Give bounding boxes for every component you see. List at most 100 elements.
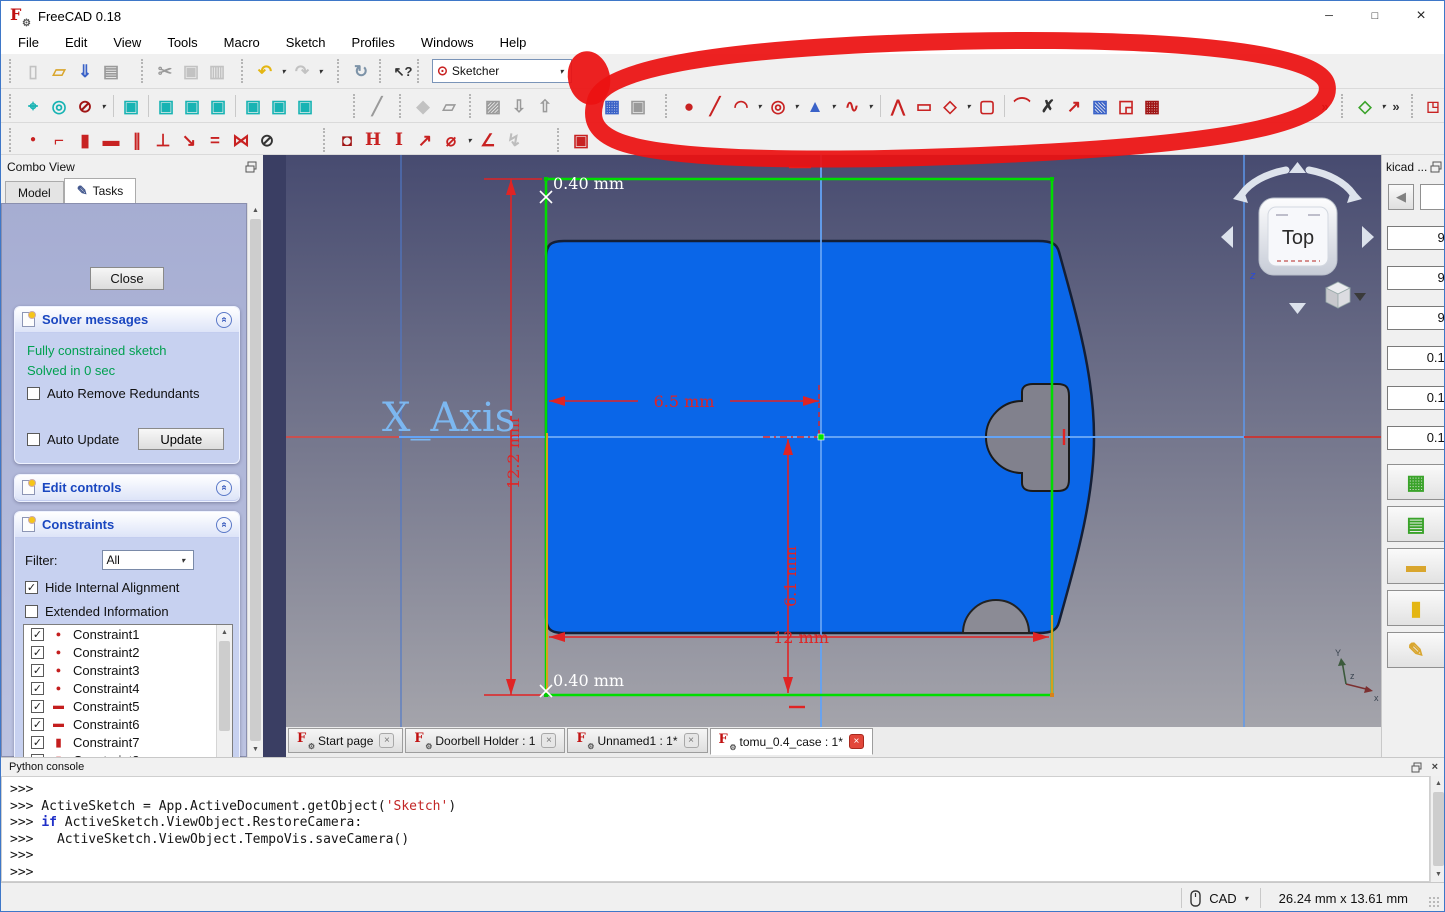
scrollbar-thumb[interactable] [219, 641, 230, 731]
menu-tools[interactable]: Tools [154, 33, 210, 52]
cut-icon[interactable]: ✂ [152, 58, 178, 84]
constrain-vertical-icon[interactable]: ▮ [72, 127, 98, 153]
toggle-driving-constraint-icon[interactable]: ▣ [568, 127, 594, 153]
overflow-chevron-icon[interactable]: » [1317, 93, 1333, 119]
menu-windows[interactable]: Windows [408, 33, 487, 52]
edit-controls-header[interactable]: Edit controls « [15, 475, 239, 501]
rotation-z-field[interactable]: 90 [1387, 306, 1445, 330]
toolbar-handle[interactable] [665, 94, 671, 118]
toolbar-handle[interactable] [379, 59, 385, 83]
undo-icon[interactable]: ↶ [252, 58, 278, 84]
tab-model[interactable]: Model [5, 181, 64, 203]
dock-float-icon[interactable] [1430, 161, 1442, 173]
view-right-icon[interactable]: ▣ [205, 93, 231, 119]
constraint-checkbox[interactable]: ✓ [31, 736, 44, 749]
offset-z-field[interactable]: 0.10 [1387, 426, 1445, 450]
menu-file[interactable]: File [5, 33, 52, 52]
create-arc-icon[interactable]: ◠ [728, 93, 754, 119]
constrain-coincident-icon[interactable]: ● [20, 127, 46, 153]
undo-dropdown-icon[interactable]: ▾ [278, 67, 289, 76]
sketch-vertex[interactable] [1050, 693, 1054, 697]
constraint-checkbox[interactable]: ✓ [31, 718, 44, 731]
scroll-up-icon[interactable]: ▲ [1431, 776, 1445, 791]
constrain-vertical-distance-icon[interactable]: I [386, 127, 412, 153]
menu-edit[interactable]: Edit [52, 33, 100, 52]
copy-icon[interactable]: ▣ [178, 58, 204, 84]
rotation-y-field[interactable]: 90 [1387, 266, 1445, 290]
export-vrml-button[interactable]: ▮ [1387, 590, 1445, 626]
constraint-row[interactable]: ✓▬Constraint6 [24, 715, 232, 733]
constrain-radius-icon[interactable]: ⌀ [438, 127, 464, 153]
offset-y-field[interactable]: 0.10 [1387, 386, 1445, 410]
constraint-checkbox[interactable]: ✓ [31, 664, 44, 677]
auto-update-checkbox[interactable] [27, 433, 40, 446]
scrollbar-thumb[interactable] [1433, 792, 1444, 866]
load-kicad-board-button[interactable]: ▦ [1387, 464, 1445, 500]
filter-select[interactable]: All ▾ [102, 550, 194, 570]
menu-profiles[interactable]: Profiles [339, 33, 408, 52]
toolbar-handle[interactable] [141, 59, 147, 83]
scroll-down-icon[interactable]: ▼ [1431, 867, 1445, 882]
toolbar-handle[interactable] [557, 128, 563, 152]
sketch-origin-point[interactable] [818, 434, 824, 440]
extend-edge-icon[interactable]: ↗ [1061, 93, 1087, 119]
circle-dropdown-icon[interactable]: ▾ [791, 102, 802, 111]
menu-sketch[interactable]: Sketch [273, 33, 339, 52]
constraint-list-scrollbar[interactable]: ▲ ▼ [216, 625, 232, 757]
view-rear-icon[interactable]: ▣ [240, 93, 266, 119]
view-top-icon[interactable]: ▣ [179, 93, 205, 119]
python-console-output[interactable]: >>> >>> ActiveSketch = App.ActiveDocumen… [1, 776, 1430, 882]
workbench-selector[interactable]: ⊙ Sketcher ▾ [432, 59, 572, 83]
nav-cube-top-label[interactable]: Top [1282, 227, 1314, 249]
construction-mode-icon[interactable]: ▦ [1139, 93, 1165, 119]
doc-tab-tomu-case[interactable]: F⚙ tomu_0.4_case : 1* × [710, 728, 873, 755]
constrain-lock-icon[interactable]: ◘ [334, 127, 360, 153]
offset-x-field[interactable]: 0.10 [1387, 346, 1445, 370]
constraint-row[interactable]: ✓●Constraint2 [24, 643, 232, 661]
create-part-icon[interactable]: ◆ [410, 93, 436, 119]
doc-tab-start-page[interactable]: F⚙ Start page × [288, 728, 403, 753]
toolbar-handle[interactable] [417, 59, 423, 83]
dim-label-040-bottom[interactable]: 0.40 mm [553, 671, 624, 690]
create-slot-icon[interactable]: ▢ [974, 93, 1000, 119]
constraint-row[interactable]: ✓▬Constraint5 [24, 697, 232, 715]
map-sketch-icon[interactable]: ⇩ [506, 93, 532, 119]
constrain-angle-icon[interactable]: ∠ [475, 127, 501, 153]
solver-messages-header[interactable]: Solver messages « [15, 307, 239, 333]
create-point-icon[interactable]: ● [676, 93, 702, 119]
create-circle-icon[interactable]: ◎ [765, 93, 791, 119]
extended-information-checkbox[interactable] [25, 605, 38, 618]
constraint-checkbox[interactable]: ✓ [31, 682, 44, 695]
carbon-copy-icon[interactable]: ◲ [1113, 93, 1139, 119]
title-bar[interactable]: F ⚙ FreeCAD 0.18 ─ □ × [1, 1, 1444, 31]
dim-label-6-1[interactable]: 6.1 mm [781, 546, 800, 607]
fillet-icon[interactable]: ⌒ [1009, 93, 1035, 119]
scroll-down-icon[interactable]: ▼ [248, 742, 263, 757]
overflow-chevron-icon[interactable]: » [1389, 93, 1403, 119]
view-front-icon[interactable]: ▣ [153, 93, 179, 119]
dock-float-icon[interactable] [1411, 762, 1422, 773]
redo-icon[interactable]: ↷ [289, 58, 315, 84]
view-sketch-icon[interactable]: ▣ [625, 93, 651, 119]
leave-sketch-icon[interactable]: ⇧ [532, 93, 558, 119]
constrain-snell-icon[interactable]: ↯ [501, 127, 527, 153]
constrain-distance-icon[interactable]: ↗ [412, 127, 438, 153]
toolbar-handle[interactable] [399, 94, 405, 118]
constraint-checkbox[interactable]: ✓ [31, 628, 44, 641]
tab-close-icon[interactable]: × [379, 733, 394, 748]
trim-edge-icon[interactable]: ✗ [1035, 93, 1061, 119]
tab-close-icon[interactable]: × [541, 733, 556, 748]
navigation-style-select[interactable]: CAD ▾ [1209, 891, 1251, 906]
toolbar-handle[interactable] [337, 59, 343, 83]
tab-close-icon[interactable]: × [849, 734, 864, 749]
minimize-button[interactable]: ─ [1306, 1, 1352, 31]
collapse-icon[interactable]: « [216, 480, 232, 496]
toolbar-handle[interactable] [9, 128, 15, 152]
constrain-horizontal-icon[interactable]: ▬ [98, 127, 124, 153]
toolbar-handle[interactable] [323, 128, 329, 152]
bspline-tools-icon[interactable]: ◇ [1352, 93, 1378, 119]
save-icon[interactable]: ⇓ [72, 58, 98, 84]
new-file-icon[interactable]: ▯ [20, 58, 46, 84]
python-console-header[interactable]: Python console × [1, 758, 1445, 776]
tab-tasks[interactable]: ✎ Tasks [64, 178, 137, 203]
